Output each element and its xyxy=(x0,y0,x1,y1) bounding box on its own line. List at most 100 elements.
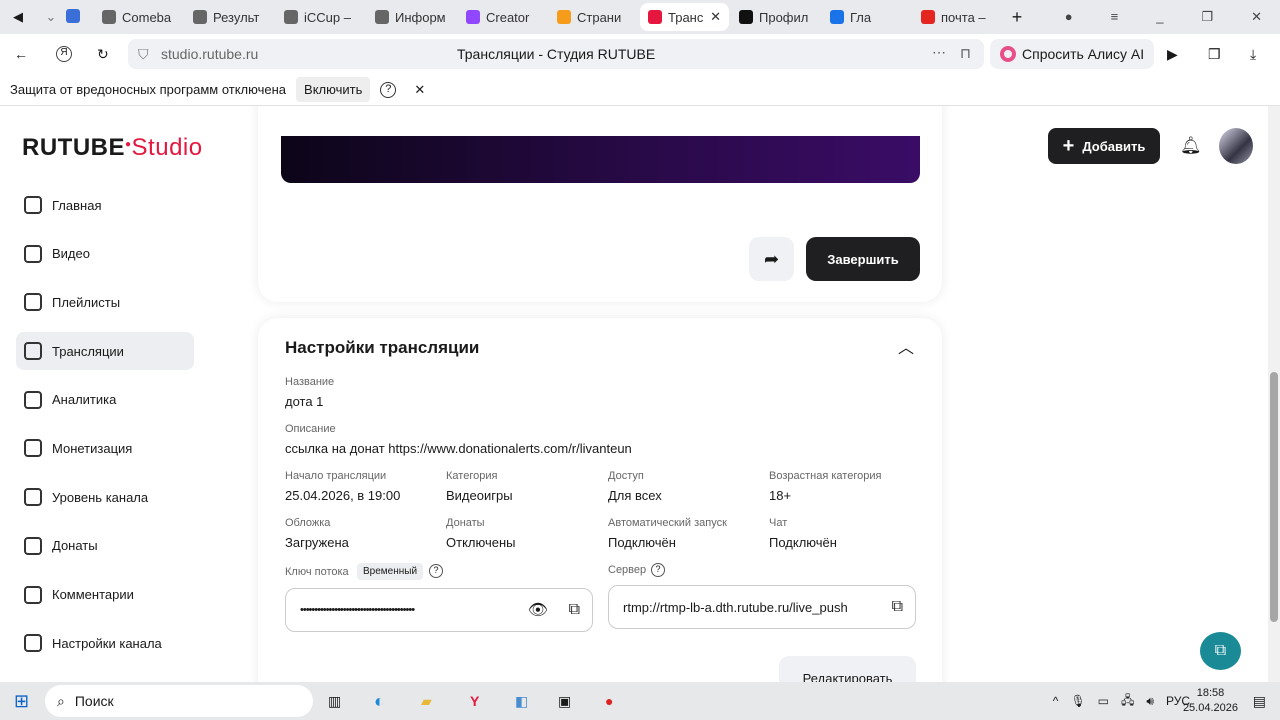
logo-text: RUTUBE xyxy=(22,134,125,161)
obs-icon[interactable]: ● xyxy=(605,693,613,709)
sidebar-item[interactable]: Аналитика xyxy=(16,381,194,419)
share-button[interactable]: ➦ xyxy=(749,237,794,281)
infobar-text: Защита от вредоносных программ отключена xyxy=(10,82,287,97)
sidebar-item[interactable]: Трансляции xyxy=(16,332,194,371)
name-value: дота 1 xyxy=(285,394,324,409)
reload-icon[interactable]: ↻ xyxy=(97,46,109,63)
alice-button[interactable]: Спросить Алису AI xyxy=(990,39,1155,69)
task-view-icon[interactable]: ▥ xyxy=(328,693,341,710)
shield-icon: ⛉ xyxy=(138,46,149,62)
edit-button[interactable]: Редактировать xyxy=(779,656,916,682)
url-field[interactable]: ⛉ studio.rutube.ru Трансляции - Студия R… xyxy=(128,39,984,69)
tab-favicon-icon xyxy=(102,10,116,24)
bell-icon[interactable]: 🔔︎ xyxy=(1180,136,1202,156)
clock[interactable]: 18:58 25.04.2026 xyxy=(1183,686,1238,716)
yandex-browser-icon[interactable]: Y xyxy=(470,693,479,709)
browser-tab[interactable]: Страни xyxy=(549,3,638,31)
more-icon[interactable]: ⋯ xyxy=(932,44,946,61)
sidebar-item-icon xyxy=(24,293,42,312)
chevron-down-icon[interactable]: ⌄ xyxy=(36,9,66,25)
sound-icon[interactable]: ◀ xyxy=(0,3,36,31)
server-help-icon[interactable]: ? xyxy=(651,563,665,577)
new-tab-button[interactable]: + xyxy=(1002,7,1032,28)
scrollbar[interactable] xyxy=(1268,106,1280,682)
browser-tab[interactable]: Информ xyxy=(367,3,456,31)
rutube-studio-logo[interactable]: RUTUBE●Studio xyxy=(22,134,203,162)
restore-icon[interactable]: ❐ xyxy=(1201,9,1213,25)
game-icon[interactable]: ▣ xyxy=(558,693,571,710)
close-tab-icon[interactable]: ✕ xyxy=(710,9,721,25)
tab-label: iCCup – xyxy=(304,9,351,25)
profile-icon[interactable]: ● xyxy=(1065,9,1073,25)
age-value: 18+ xyxy=(769,488,792,503)
sidebar-item[interactable]: Видео xyxy=(16,235,194,273)
plus-icon: + xyxy=(1062,134,1075,157)
close-infobar-icon[interactable]: ✕ xyxy=(414,82,425,98)
pinned-tab[interactable] xyxy=(66,8,94,26)
volume-icon[interactable]: 🔊︎ xyxy=(1146,694,1154,709)
browser-tab[interactable]: Comeba xyxy=(94,3,183,31)
sidebar-item[interactable]: Плейлисты xyxy=(16,283,194,321)
back-icon[interactable]: ← xyxy=(14,46,28,62)
autostart-value: Подключён xyxy=(608,535,676,550)
windows-start-icon[interactable]: ⊞ xyxy=(14,691,29,712)
browser-tab-bar: ◀ ⌄ Comeba Результ iCCup – Информ Creator Стр… xyxy=(0,0,1280,34)
stream-card: ➦ Завершить xyxy=(258,106,942,302)
key-help-icon[interactable]: ? xyxy=(429,564,443,578)
server-label: Сервер xyxy=(608,564,647,576)
download-icon[interactable]: ⤓ xyxy=(1250,46,1256,63)
minimize-icon[interactable]: _ xyxy=(1156,9,1163,25)
yandex-icon[interactable]: Я xyxy=(56,46,72,62)
explorer-icon[interactable]: ▰ xyxy=(421,693,432,710)
search-icon: ⌕ xyxy=(57,692,65,709)
sidebar-item[interactable]: Донаты xyxy=(16,527,194,565)
browser-tab[interactable]: iCCup – xyxy=(276,3,365,31)
sidebar-item[interactable]: Монетизация xyxy=(16,429,194,467)
browser-tab[interactable]: Creator xyxy=(458,3,547,31)
eye-icon[interactable]: 👁︎ xyxy=(528,600,548,620)
tab-favicon-icon xyxy=(830,10,844,24)
finish-button[interactable]: Завершить xyxy=(806,237,920,281)
sidebar-item-icon xyxy=(24,536,42,555)
app-icon[interactable]: ◧ xyxy=(515,693,528,710)
close-window-icon[interactable]: ✕ xyxy=(1251,9,1262,25)
copy-key-icon[interactable]: ⧉ xyxy=(569,601,580,619)
network-icon[interactable]: 🖧︎ xyxy=(1121,691,1134,712)
edge-icon[interactable]: ◐ xyxy=(374,691,385,712)
enable-protection-button[interactable]: Включить xyxy=(296,77,371,102)
sidebar-item-icon xyxy=(24,634,42,653)
browser-tab[interactable]: почта – xyxy=(913,3,1002,31)
browser-tab[interactable]: Профил xyxy=(731,3,820,31)
sidebar-item[interactable]: Главная xyxy=(16,186,194,224)
server-field[interactable]: rtmp://rtmp-lb-a.dth.rutube.ru/live_push… xyxy=(608,585,916,629)
media-icon[interactable]: ▶ xyxy=(1167,46,1178,63)
scrollbar-thumb[interactable] xyxy=(1270,372,1278,622)
battery-icon[interactable]: ▭ xyxy=(1098,694,1109,708)
browser-tab[interactable]: Транс ✕ xyxy=(640,3,729,31)
stream-key-field[interactable]: ••••••••••••••••••••••••••••••••••••••••… xyxy=(285,588,593,632)
notifications-icon[interactable]: ▤ xyxy=(1253,693,1266,710)
mic-icon[interactable]: 🎙︎ xyxy=(1070,694,1085,708)
sidebar-item[interactable]: Уровень канала xyxy=(16,478,194,516)
add-button[interactable]: + Добавить xyxy=(1048,128,1160,164)
browser-tab[interactable]: Гла xyxy=(822,3,911,31)
sidebar-item[interactable]: Настройки канала xyxy=(16,624,194,662)
tab-favicon-icon xyxy=(648,10,662,24)
autostart-label: Автоматический запуск xyxy=(608,517,727,529)
tray-chevron-icon[interactable]: ^ xyxy=(1053,694,1059,708)
tab-label: Comeba xyxy=(122,9,172,25)
help-icon[interactable]: ? xyxy=(380,81,397,98)
collapse-chevron-icon[interactable]: ︿ xyxy=(898,334,914,358)
chat-label: Чат xyxy=(769,517,788,529)
menu-icon[interactable]: ≡ xyxy=(1111,9,1119,25)
stream-key-value: •••••••••••••••••••••••••••••••••••••••• xyxy=(300,604,415,616)
taskbar-search[interactable]: ⌕ Поиск xyxy=(45,685,313,717)
copy-server-icon[interactable]: ⧉ xyxy=(892,598,903,616)
sidebar-item-label: Монетизация xyxy=(52,440,133,456)
avatar[interactable] xyxy=(1219,128,1253,164)
browser-tab[interactable]: Результ xyxy=(185,3,274,31)
bookmark-icon[interactable]: ⊓ xyxy=(960,45,971,62)
collections-icon[interactable]: ❒ xyxy=(1208,46,1221,63)
support-chat-button[interactable]: ⧉ xyxy=(1200,632,1241,670)
sidebar-item[interactable]: Комментарии xyxy=(16,576,194,614)
